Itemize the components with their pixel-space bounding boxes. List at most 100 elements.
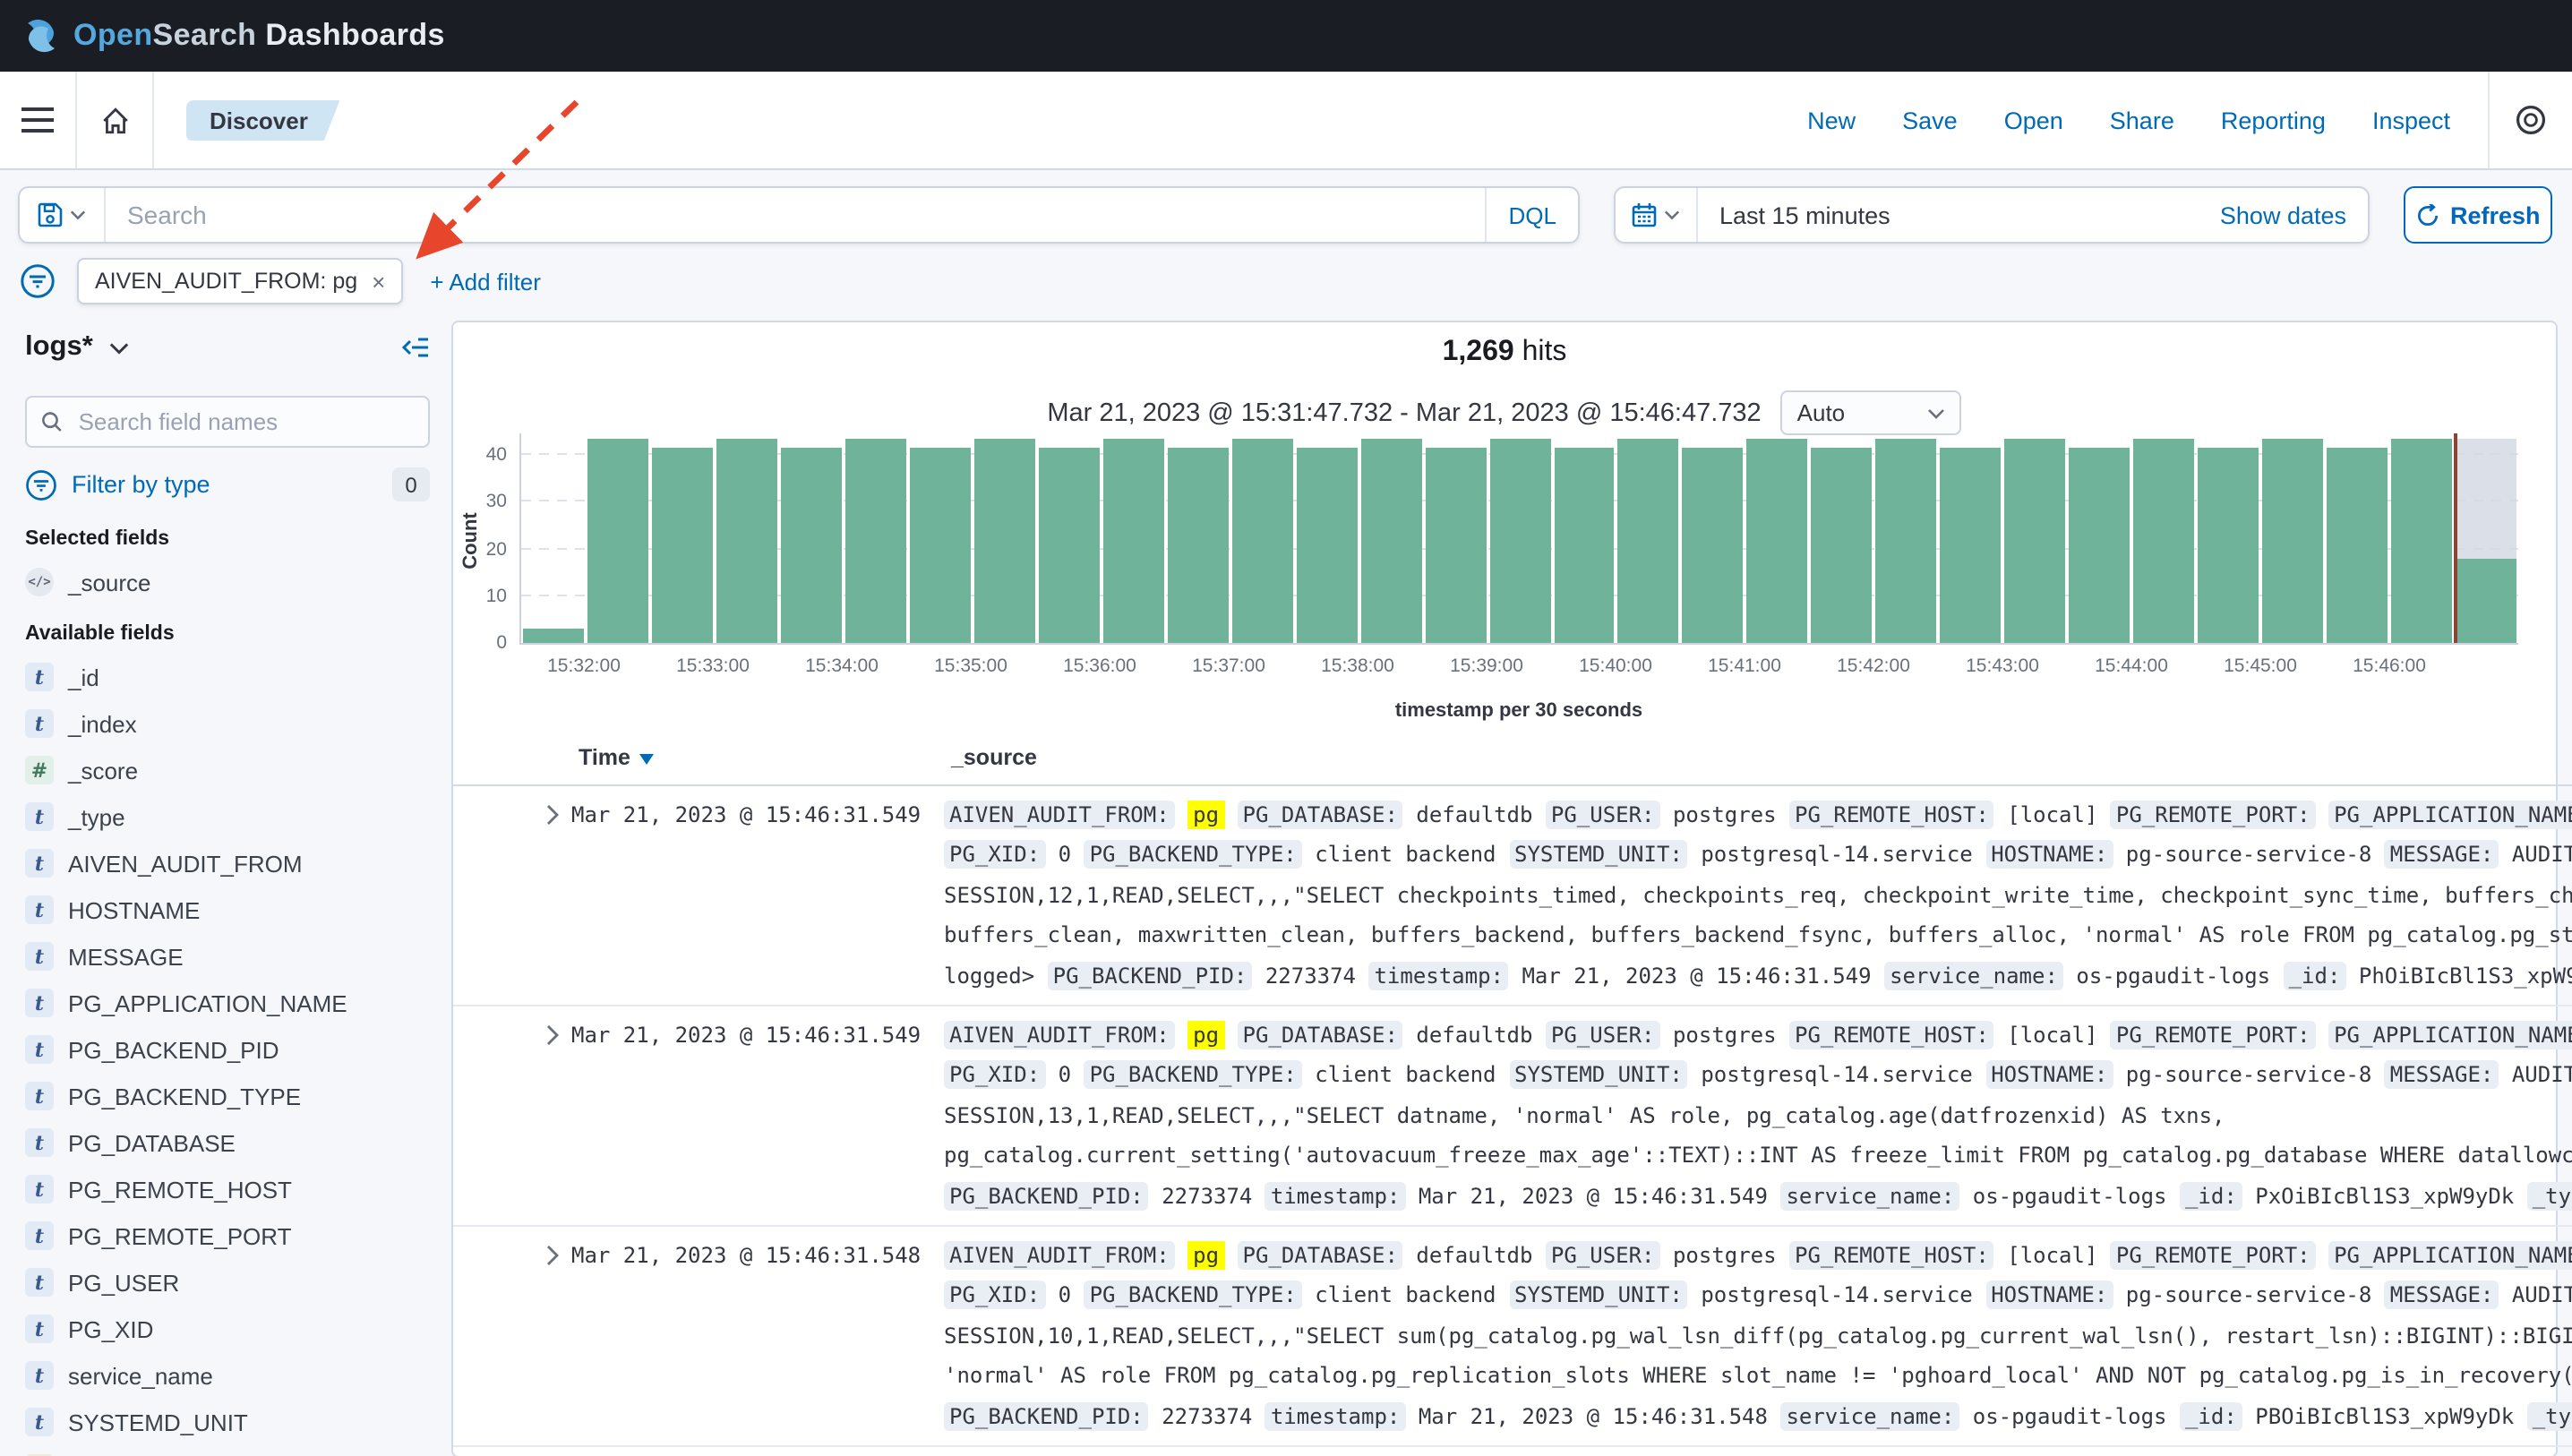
field-item-PG_DATABASE[interactable]: tPG_DATABASE bbox=[25, 1128, 430, 1157]
field-item-_index[interactable]: t_index bbox=[25, 709, 430, 738]
histogram-bar[interactable] bbox=[1812, 433, 1873, 643]
index-pattern-chevron[interactable] bbox=[109, 341, 129, 354]
menu-button[interactable] bbox=[0, 72, 75, 168]
y-tick-label: 10 bbox=[486, 586, 507, 607]
save-button[interactable]: Save bbox=[1902, 107, 1958, 133]
field-label-badge: PG_USER: bbox=[1546, 1241, 1660, 1270]
histogram-plot[interactable]: 010203040 bbox=[519, 433, 2518, 645]
remove-filter-icon[interactable]: × bbox=[372, 270, 385, 293]
histogram-bar[interactable] bbox=[1941, 433, 2002, 643]
histogram-bar[interactable] bbox=[1360, 433, 1421, 643]
field-search-box bbox=[25, 396, 430, 448]
opensearch-logo[interactable]: OpenSearchDashboards bbox=[21, 16, 445, 56]
bar-fill bbox=[974, 438, 1035, 643]
home-button[interactable] bbox=[77, 72, 152, 168]
open-button[interactable]: Open bbox=[2004, 107, 2063, 133]
share-button[interactable]: Share bbox=[2110, 107, 2174, 133]
add-filter-button[interactable]: + Add filter bbox=[430, 268, 541, 295]
field-item-PG_USER[interactable]: tPG_USER bbox=[25, 1268, 430, 1297]
global-header: OpenSearchDashboards bbox=[0, 0, 2572, 72]
search-input[interactable] bbox=[106, 201, 1486, 229]
sort-desc-icon bbox=[639, 754, 654, 765]
histogram-bar[interactable] bbox=[1425, 433, 1486, 643]
field-search-input[interactable] bbox=[75, 407, 414, 437]
histogram-bar[interactable] bbox=[2391, 433, 2452, 643]
field-value: 2273374 bbox=[1162, 1403, 1252, 1428]
histogram-bar[interactable] bbox=[1231, 433, 1292, 643]
table-row: Mar 21, 2023 @ 15:46:31.549AIVEN_AUDIT_F… bbox=[453, 786, 2572, 1006]
histogram-bar[interactable] bbox=[781, 433, 842, 643]
refresh-button[interactable]: Refresh bbox=[2404, 186, 2553, 244]
histogram-bar[interactable] bbox=[587, 433, 648, 643]
field-item-MESSAGE[interactable]: tMESSAGE bbox=[25, 942, 430, 971]
index-pattern-selector[interactable]: logs* bbox=[25, 331, 93, 364]
show-dates-button[interactable]: Show dates bbox=[2220, 201, 2368, 228]
histogram-bar[interactable] bbox=[652, 433, 713, 643]
help-button[interactable] bbox=[2490, 72, 2572, 168]
interval-select[interactable]: Auto bbox=[1781, 390, 1962, 435]
expand-row-button[interactable] bbox=[543, 804, 571, 826]
field-name: PG_REMOTE_PORT bbox=[68, 1222, 291, 1249]
histogram-bar[interactable] bbox=[1618, 433, 1679, 643]
field-item-_type[interactable]: t_type bbox=[25, 802, 430, 831]
field-item-HOSTNAME[interactable]: tHOSTNAME bbox=[25, 895, 430, 924]
histogram-bar[interactable] bbox=[1683, 433, 1744, 643]
field-item-PG_BACKEND_PID[interactable]: tPG_BACKEND_PID bbox=[25, 1035, 430, 1064]
histogram-bar[interactable] bbox=[910, 433, 971, 643]
field-value: PxOiBIcBl1S3_xpW9yDk bbox=[2255, 1183, 2514, 1208]
histogram-bar[interactable] bbox=[1554, 433, 1615, 643]
histogram-bar[interactable] bbox=[1296, 433, 1357, 643]
field-name: HOSTNAME bbox=[68, 896, 200, 923]
field-item-source[interactable]: </> _source bbox=[25, 568, 430, 596]
filter-by-type[interactable]: Filter by type 0 bbox=[25, 467, 430, 501]
filter-pill[interactable]: AIVEN_AUDIT_FROM: pg × bbox=[77, 258, 403, 304]
saved-queries-button[interactable] bbox=[20, 188, 106, 242]
field-name: AIVEN_AUDIT_FROM bbox=[68, 850, 303, 877]
field-item-PG_XID[interactable]: tPG_XID bbox=[25, 1315, 430, 1343]
field-item-service_name[interactable]: tservice_name bbox=[25, 1361, 430, 1390]
breadcrumb-discover[interactable]: Discover bbox=[186, 99, 340, 141]
field-item-PG_REMOTE_HOST[interactable]: tPG_REMOTE_HOST bbox=[25, 1175, 430, 1203]
column-header-time[interactable]: Time bbox=[579, 745, 654, 770]
histogram-bar[interactable] bbox=[523, 433, 584, 643]
filter-set-button[interactable] bbox=[18, 261, 57, 301]
bar-fill bbox=[781, 448, 842, 643]
field-item-AIVEN_AUDIT_FROM[interactable]: tAIVEN_AUDIT_FROM bbox=[25, 849, 430, 878]
field-item-PG_BACKEND_TYPE[interactable]: tPG_BACKEND_TYPE bbox=[25, 1082, 430, 1110]
histogram-bar[interactable] bbox=[2005, 433, 2066, 643]
expand-row-button[interactable] bbox=[543, 1245, 571, 1266]
time-range-value[interactable]: Last 15 minutes bbox=[1698, 201, 1890, 228]
field-item-SYSTEMD_UNIT[interactable]: tSYSTEMD_UNIT bbox=[25, 1408, 430, 1436]
histogram-bar[interactable] bbox=[974, 433, 1035, 643]
collapse-sidebar-button[interactable] bbox=[401, 335, 430, 360]
field-name: PG_DATABASE bbox=[68, 1129, 236, 1156]
histogram-bar[interactable] bbox=[2327, 433, 2388, 643]
histogram-bar[interactable] bbox=[1876, 433, 1937, 643]
histogram-bar[interactable] bbox=[2198, 433, 2259, 643]
field-item-_id[interactable]: t_id bbox=[25, 663, 430, 691]
field-item-_score[interactable]: #_score bbox=[25, 756, 430, 784]
histogram-bar[interactable] bbox=[1167, 433, 1228, 643]
new-button[interactable]: New bbox=[1807, 107, 1856, 133]
histogram-bar[interactable] bbox=[845, 433, 906, 643]
filter-by-type-label: Filter by type bbox=[72, 471, 210, 498]
histogram-bar[interactable] bbox=[1039, 433, 1100, 643]
query-language-button[interactable]: DQL bbox=[1486, 188, 1578, 242]
current-time-marker bbox=[2454, 433, 2458, 643]
histogram-bar[interactable] bbox=[2456, 433, 2516, 643]
histogram-bar[interactable] bbox=[1489, 433, 1550, 643]
histogram-bar[interactable] bbox=[1747, 433, 1808, 643]
histogram-bar[interactable] bbox=[2070, 433, 2130, 643]
quick-select-button[interactable] bbox=[1616, 188, 1698, 242]
reporting-button[interactable]: Reporting bbox=[2221, 107, 2326, 133]
histogram-bar[interactable] bbox=[1102, 433, 1163, 643]
histogram-bar[interactable] bbox=[2133, 433, 2194, 643]
bar-fill bbox=[1360, 438, 1421, 643]
expand-row-button[interactable] bbox=[543, 1024, 571, 1046]
field-item-PG_REMOTE_PORT[interactable]: tPG_REMOTE_PORT bbox=[25, 1221, 430, 1250]
field-item-PG_APPLICATION_NAME[interactable]: tPG_APPLICATION_NAME bbox=[25, 989, 430, 1017]
inspect-button[interactable]: Inspect bbox=[2372, 107, 2450, 133]
histogram-bar[interactable] bbox=[716, 433, 777, 643]
histogram-bar[interactable] bbox=[2262, 433, 2323, 643]
field-label-badge: PG_REMOTE_PORT: bbox=[2111, 1021, 2316, 1049]
